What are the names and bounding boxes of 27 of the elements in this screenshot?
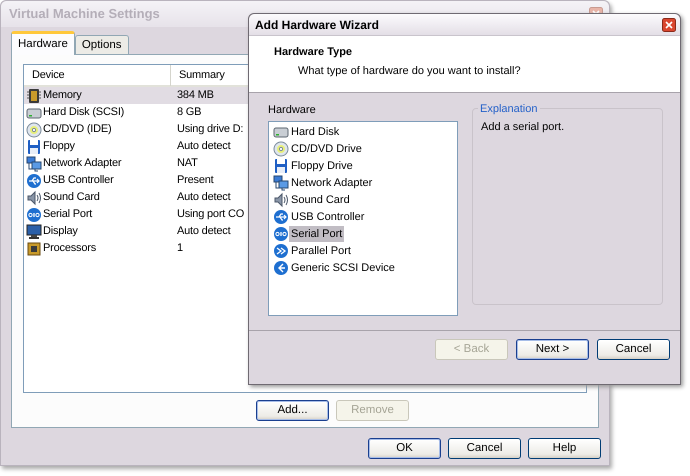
device-summary: Auto detect xyxy=(177,224,230,240)
device-name: Serial Port xyxy=(43,207,92,222)
list-label: Hardware xyxy=(268,103,317,118)
device-summary: Auto detect xyxy=(177,190,230,206)
device-name: Memory xyxy=(43,88,82,104)
device-name: Hard Disk (SCSI) xyxy=(43,105,124,120)
device-summary: Present xyxy=(177,173,214,188)
device-name: CD/DVD (IDE) xyxy=(43,122,112,138)
device-summary: NAT xyxy=(177,156,198,172)
header-title: Hardware Type xyxy=(274,45,354,60)
device-summary: 1 xyxy=(177,241,183,256)
device-name: Display xyxy=(43,224,78,240)
device-summary: Auto detect xyxy=(177,139,230,154)
header-subtitle: What type of hardware do you want to install? xyxy=(297,64,522,78)
explanation-text: Add a serial port. xyxy=(481,120,566,135)
device-name: Sound Card xyxy=(43,190,100,206)
window-title: Virtual Machine Settings xyxy=(9,5,160,24)
device-name: Network Adapter xyxy=(43,156,122,172)
device-name: Floppy xyxy=(43,139,75,154)
device-summary: 8 GB xyxy=(177,105,202,120)
window-title: Add Hardware Wizard xyxy=(255,16,379,34)
device-name: USB Controller xyxy=(43,173,114,188)
device-summary: Using port CO xyxy=(177,207,244,222)
device-name: Processors xyxy=(43,241,96,256)
device-summary: Using drive D: xyxy=(177,122,244,138)
device-summary: 384 MB xyxy=(177,88,214,104)
group-legend: Explanation xyxy=(478,101,540,118)
